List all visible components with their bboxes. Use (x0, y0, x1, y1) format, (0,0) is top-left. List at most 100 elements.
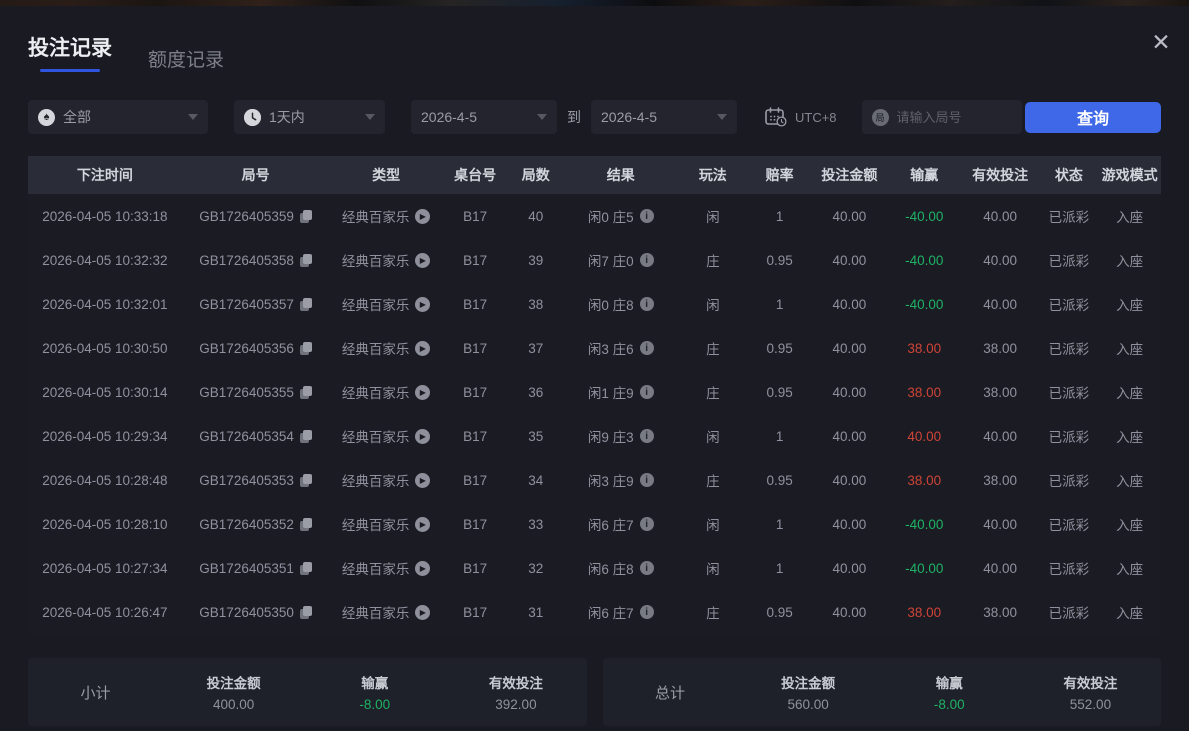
info-icon[interactable]: i (640, 297, 654, 311)
play-circle-icon[interactable]: ▶ (415, 517, 430, 532)
date-from-select[interactable]: 2026-4-5 (411, 100, 557, 134)
cell-status: 已派彩 (1040, 502, 1099, 546)
close-icon[interactable]: ✕ (1145, 26, 1177, 58)
total-bet-label: 投注金额 (738, 672, 879, 692)
cell-result: 闲0 庄5i (564, 194, 677, 238)
cell-odds: 1 (748, 414, 811, 458)
cell-bet-time: 2026-04-05 10:33:18 (28, 194, 182, 238)
play-circle-icon[interactable]: ▶ (415, 297, 430, 312)
cell-bet-time: 2026-04-05 10:32:32 (28, 238, 182, 282)
col-table-number: 桌台号 (443, 156, 508, 194)
table-row: 2026-04-05 10:27:34 GB1726405351 经典百家乐▶ … (28, 546, 1161, 590)
copy-icon[interactable] (300, 254, 312, 267)
cell-bet-amount: 40.00 (811, 282, 888, 326)
total-valid-label: 有效投注 (1020, 672, 1161, 692)
clock-icon (244, 109, 261, 126)
cell-result: 闲0 庄8i (564, 282, 677, 326)
table-row: 2026-04-05 10:28:48 GB1726405353 经典百家乐▶ … (28, 458, 1161, 502)
cell-round-id: GB1726405355 (182, 370, 330, 414)
info-icon[interactable]: i (640, 253, 654, 267)
copy-icon[interactable] (300, 562, 312, 575)
cell-odds: 0.95 (748, 326, 811, 370)
copy-icon[interactable] (300, 298, 312, 311)
cell-bet-time: 2026-04-05 10:30:50 (28, 326, 182, 370)
round-number-input[interactable] (897, 110, 1007, 125)
play-circle-icon[interactable]: ▶ (415, 341, 430, 356)
cell-bet-time: 2026-04-05 10:28:10 (28, 502, 182, 546)
cell-valid-bet: 40.00 (961, 194, 1040, 238)
cell-type: 经典百家乐▶ (329, 590, 442, 634)
copy-icon[interactable] (300, 430, 312, 443)
copy-icon[interactable] (300, 518, 312, 531)
cell-round-count: 32 (507, 546, 564, 590)
total-card: 总计 投注金额 560.00 输赢 -8.00 有效投注 552.00 (603, 658, 1162, 726)
play-circle-icon[interactable]: ▶ (415, 253, 430, 268)
tab-quota-records[interactable]: 额度记录 (148, 45, 224, 72)
game-type-value: 全部 (63, 107, 91, 127)
cell-odds: 0.95 (748, 458, 811, 502)
cell-bet-amount: 40.00 (811, 502, 888, 546)
copy-icon[interactable] (300, 210, 312, 223)
info-icon[interactable]: i (640, 341, 654, 355)
copy-icon[interactable] (300, 386, 312, 399)
play-circle-icon[interactable]: ▶ (415, 429, 430, 444)
info-icon[interactable]: i (640, 429, 654, 443)
col-game-mode: 游戏模式 (1098, 156, 1161, 194)
info-icon[interactable]: i (640, 517, 654, 531)
cell-bet-amount: 40.00 (811, 458, 888, 502)
col-round-id: 局号 (182, 156, 330, 194)
calendar-clock-icon (765, 107, 787, 127)
cell-status: 已派彩 (1040, 326, 1099, 370)
cell-round-id: GB1726405357 (182, 282, 330, 326)
cell-type: 经典百家乐▶ (329, 194, 442, 238)
info-icon[interactable]: i (640, 561, 654, 575)
filter-bar: ♠ 全部 1天内 2026-4-5 到 2026-4-5 (28, 100, 1161, 134)
info-icon[interactable]: i (640, 473, 654, 487)
timezone-indicator[interactable]: UTC+8 (765, 107, 837, 127)
tab-label: 额度记录 (148, 45, 224, 72)
play-circle-icon[interactable]: ▶ (415, 385, 430, 400)
subtotal-valid-value: 392.00 (445, 697, 586, 712)
cell-bet-amount: 40.00 (811, 546, 888, 590)
search-button[interactable]: 查询 (1025, 102, 1161, 133)
cell-play: 庄 (677, 370, 748, 414)
tab-bet-records[interactable]: 投注记录 (28, 32, 112, 72)
cell-valid-bet: 38.00 (961, 458, 1040, 502)
play-circle-icon[interactable]: ▶ (415, 561, 430, 576)
time-range-select[interactable]: 1天内 (234, 100, 385, 134)
chevron-down-icon (365, 114, 375, 120)
cell-win-loss: -40.00 (888, 194, 961, 238)
cell-table-number: B17 (443, 238, 508, 282)
play-circle-icon[interactable]: ▶ (415, 209, 430, 224)
cell-game-mode: 入座 (1098, 414, 1161, 458)
cell-round-count: 31 (507, 590, 564, 634)
date-to-select[interactable]: 2026-4-5 (591, 100, 737, 134)
info-icon[interactable]: i (640, 209, 654, 223)
cell-round-id: GB1726405354 (182, 414, 330, 458)
cell-type: 经典百家乐▶ (329, 238, 442, 282)
copy-icon[interactable] (300, 606, 312, 619)
cell-play: 闲 (677, 194, 748, 238)
total-bet-value: 560.00 (738, 697, 879, 712)
timezone-label: UTC+8 (795, 110, 837, 125)
cell-round-count: 33 (507, 502, 564, 546)
date-from-value: 2026-4-5 (421, 109, 477, 125)
cell-odds: 0.95 (748, 370, 811, 414)
copy-icon[interactable] (300, 342, 312, 355)
cell-table-number: B17 (443, 370, 508, 414)
info-icon[interactable]: i (640, 385, 654, 399)
cell-round-id: GB1726405358 (182, 238, 330, 282)
cell-result: 闲9 庄3i (564, 414, 677, 458)
cell-result: 闲6 庄8i (564, 546, 677, 590)
table-row: 2026-04-05 10:30:50 GB1726405356 经典百家乐▶ … (28, 326, 1161, 370)
cell-round-id: GB1726405359 (182, 194, 330, 238)
play-circle-icon[interactable]: ▶ (415, 473, 430, 488)
copy-icon[interactable] (300, 474, 312, 487)
play-circle-icon[interactable]: ▶ (415, 605, 430, 620)
tab-bar: 投注记录 额度记录 (28, 32, 1161, 72)
cell-win-loss: -40.00 (888, 502, 961, 546)
cell-round-count: 39 (507, 238, 564, 282)
info-icon[interactable]: i (640, 605, 654, 619)
game-type-select[interactable]: ♠ 全部 (28, 100, 208, 134)
total-winloss-value: -8.00 (879, 697, 1020, 712)
